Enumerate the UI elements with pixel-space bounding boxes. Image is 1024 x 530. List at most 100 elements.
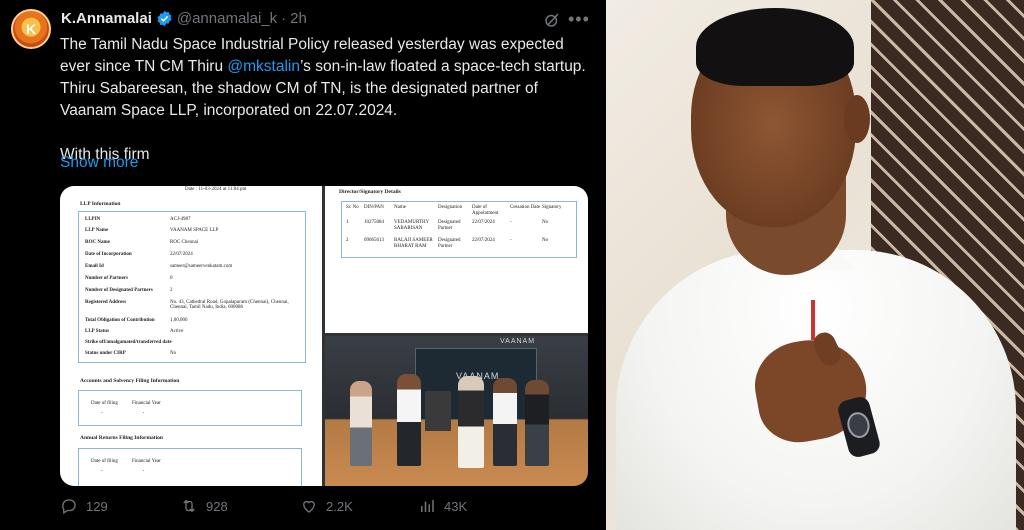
reply-button[interactable]: 129: [60, 497, 108, 515]
row-value: -: [170, 340, 172, 345]
reply-icon: [62, 499, 76, 514]
portrait-photo: [606, 0, 1024, 530]
row-value: VAANAM SPACE LLP: [170, 228, 219, 233]
row-value: 22/07/2024: [170, 252, 193, 257]
cell: 2: [346, 238, 349, 243]
signatory-header-row: Sr. No DIN/PAN Name Designation Date of …: [346, 205, 574, 217]
signatory-document-image[interactable]: Director/Signatory Details Sr. No DIN/PA…: [325, 186, 588, 333]
col-header: Date of filing: [91, 401, 118, 406]
table-row: 2 09065613 BALAJI SAMEER BHARAT RAM Desi…: [346, 238, 574, 250]
col-header: Financial Year: [131, 459, 161, 464]
col-header: Designation: [438, 205, 463, 210]
llp-row: Number of Partners 0: [85, 276, 173, 281]
author-handle[interactable]: @annamalai_k: [177, 10, 277, 27]
llp-row: Status under CIRP No: [85, 351, 176, 356]
author-name[interactable]: K.Annamalai: [61, 10, 152, 27]
avatar-initial: K: [25, 21, 37, 37]
row-value: 2: [170, 288, 173, 293]
annual-heading: Annual Returns Filing Information: [80, 435, 163, 441]
cell-dash: -: [101, 411, 103, 416]
llp-row: LLP Status Active: [85, 329, 183, 334]
tweet-card: K K.Annamalai @annamalai_k · 2h ••• The …: [0, 0, 606, 530]
row-value: Active: [170, 329, 184, 334]
retweet-button[interactable]: 928: [180, 497, 228, 515]
row-value: No. 43, Cathedral Road, Gopalapuram (Che…: [170, 300, 289, 310]
verified-badge-icon: [157, 10, 172, 27]
mention-link[interactable]: @mkstalin: [227, 58, 300, 75]
annual-box: Date of filing Financial Year --: [78, 448, 302, 486]
covered-plaque: [425, 391, 451, 431]
banner-text: VAANAM: [500, 338, 536, 345]
tweet-time[interactable]: 2h: [290, 10, 307, 27]
row-label: Email Id: [85, 264, 104, 269]
llp-row: Registered Address No. 43, Cathedral Road…: [85, 300, 299, 310]
reply-count: 129: [86, 498, 108, 514]
like-button[interactable]: 2.2K: [300, 497, 353, 515]
row-label: Number of Designated Partners: [85, 288, 153, 293]
grok-icon[interactable]: [543, 11, 561, 29]
tweet-text-line2: With this firm: [60, 146, 150, 163]
doc-top-note: Date : 11-03-2024 at 11:04 pm: [185, 187, 247, 192]
llp-row: ROC Name ROC Chennai: [85, 240, 198, 245]
cell: -: [510, 220, 512, 225]
col-header: Signatory: [542, 205, 562, 210]
col-header: Financial Year: [131, 401, 161, 406]
launch-event-photo[interactable]: VAANAM VAANAM: [325, 336, 588, 486]
author-avatar[interactable]: K: [11, 9, 51, 49]
hair: [696, 8, 854, 86]
cell: 1: [346, 220, 349, 225]
cell: 09065613: [364, 238, 384, 243]
cell-dash: -: [142, 411, 145, 416]
llp-row: LLP Name VAANAM SPACE LLP: [85, 228, 218, 233]
retweet-icon: [183, 499, 195, 513]
like-count: 2.2K: [326, 498, 353, 514]
person-4: [493, 378, 517, 466]
retweet-count: 928: [206, 498, 228, 514]
row-value: 0: [170, 276, 173, 281]
accounts-box: Date of filing Financial Year --: [78, 390, 302, 426]
pen-in-pocket: [811, 300, 815, 340]
row-value: ACJ-4987: [170, 217, 191, 222]
row-label: Status under CIRP: [85, 351, 126, 356]
row-label: LLP Name: [85, 228, 109, 233]
cell: VEDAMURTHY SABARISAN: [394, 220, 430, 231]
row-value: No: [170, 351, 177, 356]
row-label: Total Obligation of Contribution: [85, 318, 155, 323]
row-label: Number of Partners: [85, 276, 128, 281]
cell: 22/07/2024: [472, 220, 495, 225]
person-2: [397, 374, 421, 466]
tweet-actions-bar: 129 928 2.2K 43K: [60, 497, 588, 519]
row-label: ROC Name: [85, 240, 110, 245]
llp-row: Total Obligation of Contribution 1,00,000: [85, 318, 188, 323]
llp-row: Date of Incorporation 22/07/2024: [85, 252, 193, 257]
show-more-link[interactable]: Show more: [60, 154, 138, 172]
person-1: [350, 381, 372, 466]
accounts-cols: Date of filing Financial Year: [91, 401, 161, 406]
llp-document-image[interactable]: Date : 11-03-2024 at 11:04 pm LLP Inform…: [60, 186, 322, 486]
cell-dash: -: [142, 469, 145, 474]
accounts-heading: Accounts and Solvency Filing Information: [80, 378, 180, 384]
more-options-icon[interactable]: •••: [568, 9, 590, 30]
col-header: Date of Appointment: [472, 205, 499, 216]
ear: [844, 95, 870, 143]
row-value: 1,00,000: [170, 318, 188, 323]
accounts-dashes: --: [101, 411, 144, 416]
col-header: Sr. No: [346, 205, 359, 210]
cell: -: [510, 238, 512, 243]
llp-info-box: LLPIN ACJ-4987 LLP Name VAANAM SPACE LLP R…: [78, 211, 306, 363]
annual-dashes: --: [101, 469, 144, 474]
col-header: DIN/PAN: [364, 205, 384, 210]
signatory-table: Sr. No DIN/PAN Name Designation Date of …: [341, 201, 577, 258]
row-label: LLP Status: [85, 329, 110, 334]
views-icon: [421, 500, 434, 512]
views-button[interactable]: 43K: [418, 497, 467, 515]
signatory-heading: Director/Signatory Details: [339, 189, 401, 195]
cell: 22/07/2024: [472, 238, 495, 243]
row-label: LLPIN: [85, 217, 101, 222]
tweet-media-grid[interactable]: Date : 11-03-2024 at 11:04 pm LLP Inform…: [60, 186, 588, 486]
llp-heading: LLP Information: [80, 201, 121, 207]
llp-row: Number of Designated Partners 2: [85, 288, 173, 293]
col-header: Name: [394, 205, 406, 210]
cell-dash: -: [101, 469, 103, 474]
